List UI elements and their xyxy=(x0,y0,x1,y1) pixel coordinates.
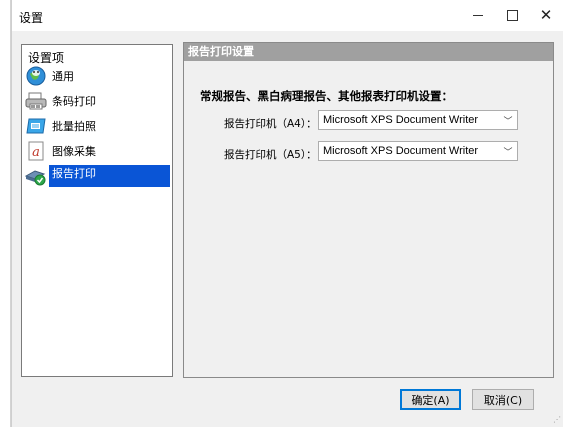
image-capture-icon: a xyxy=(25,141,47,161)
minimize-button[interactable] xyxy=(461,0,495,31)
settings-tree-header: 设置项 xyxy=(28,51,65,65)
settings-dialog: 设置 ✕ 设置项 通用 条码打印 批量拍照 a 图像采集 报告打印 报告打印设置… xyxy=(11,0,563,427)
report-print-settings-panel: 报告打印设置 常规报告、黑白病理报告、其他报表打印机设置： 报告打印机（A4）：… xyxy=(183,42,554,378)
globe-icon xyxy=(25,66,47,86)
sidebar-item-label: 通用 xyxy=(52,70,74,83)
resize-grip-icon[interactable]: ⋰ xyxy=(553,416,561,424)
window-title: 设置 xyxy=(19,11,44,25)
title-bar[interactable]: 设置 ✕ xyxy=(12,0,563,31)
ok-button[interactable]: 确定(A) xyxy=(400,389,461,410)
printer-a4-value: Microsoft XPS Document Writer xyxy=(323,114,479,126)
report-printer-icon xyxy=(25,166,47,186)
close-icon: ✕ xyxy=(539,6,553,24)
printer-a4-label: 报告打印机（A4）： xyxy=(224,118,317,130)
background-edge xyxy=(0,0,11,427)
svg-text:a: a xyxy=(32,145,40,160)
sidebar-item-label: 批量拍照 xyxy=(52,120,96,133)
printer-a5-label: 报告打印机（A5）： xyxy=(224,149,317,161)
maximize-button[interactable] xyxy=(495,0,529,31)
sidebar-item-label: 条码打印 xyxy=(52,95,96,108)
sidebar-item-label: 报告打印 xyxy=(49,165,170,187)
batch-photo-icon xyxy=(25,116,47,136)
sidebar-item-batch-photo[interactable]: 批量拍照 xyxy=(25,115,170,137)
sidebar-item-barcode-print[interactable]: 条码打印 xyxy=(25,90,170,112)
panel-header: 报告打印设置 xyxy=(184,43,553,61)
minimize-icon xyxy=(473,15,483,16)
sidebar-item-label: 图像采集 xyxy=(52,145,96,158)
sidebar-item-report-print[interactable]: 报告打印 xyxy=(25,165,170,187)
section-title: 常规报告、黑白病理报告、其他报表打印机设置： xyxy=(200,89,453,103)
sidebar-item-image-capture[interactable]: a 图像采集 xyxy=(25,140,170,162)
maximize-icon xyxy=(506,10,518,21)
printer-a5-select[interactable]: Microsoft XPS Document Writer ﹀ xyxy=(318,141,518,161)
chevron-down-icon: ﹀ xyxy=(503,116,513,127)
printer-a5-value: Microsoft XPS Document Writer xyxy=(323,145,479,157)
printer-a4-select[interactable]: Microsoft XPS Document Writer ﹀ xyxy=(318,110,518,130)
sidebar-item-general[interactable]: 通用 xyxy=(25,65,170,87)
close-button[interactable]: ✕ xyxy=(529,0,563,31)
barcode-printer-icon xyxy=(25,91,47,111)
settings-tree[interactable]: 设置项 通用 条码打印 批量拍照 a 图像采集 报告打印 xyxy=(21,44,173,377)
chevron-down-icon: ﹀ xyxy=(503,147,513,158)
cancel-button[interactable]: 取消(C) xyxy=(472,389,534,410)
